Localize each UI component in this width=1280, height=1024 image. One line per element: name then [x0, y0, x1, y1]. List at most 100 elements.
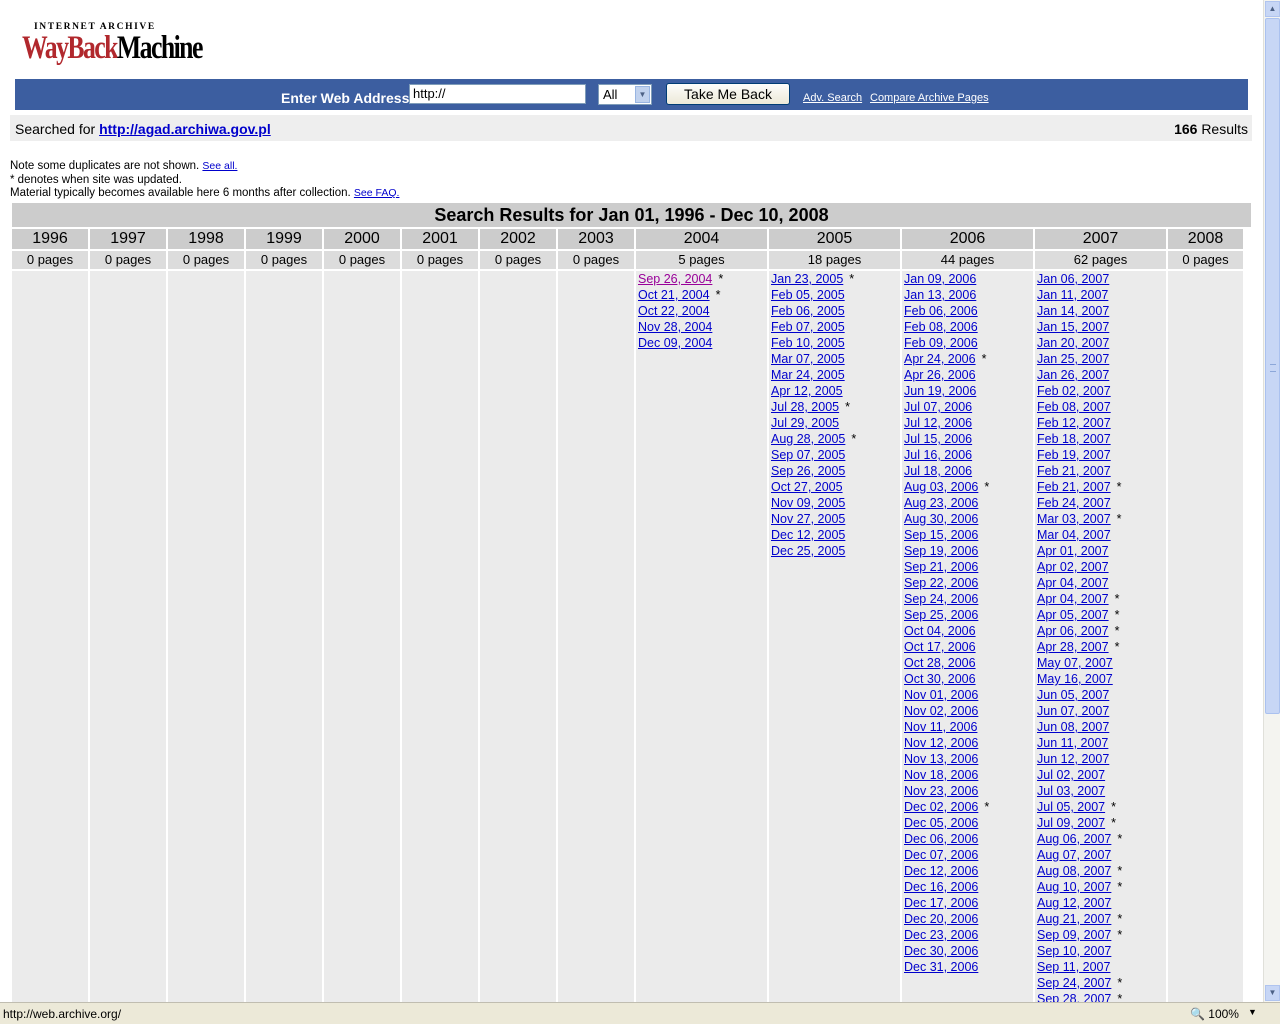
capture-date-link[interactable]: Feb 24, 2007: [1037, 496, 1111, 510]
capture-date-link[interactable]: Nov 09, 2005: [771, 496, 845, 510]
chevron-down-icon[interactable]: ▼: [635, 86, 650, 103]
capture-date-link[interactable]: Apr 05, 2007: [1037, 608, 1109, 622]
capture-date-link[interactable]: Sep 21, 2006: [904, 560, 978, 574]
capture-date-link[interactable]: Oct 27, 2005: [771, 480, 843, 494]
capture-date-link[interactable]: Jun 07, 2007: [1037, 704, 1109, 718]
zoom-chevron-icon[interactable]: ▼: [1248, 1007, 1257, 1017]
capture-date-link[interactable]: Apr 01, 2007: [1037, 544, 1109, 558]
capture-date-link[interactable]: Apr 02, 2007: [1037, 560, 1109, 574]
type-select[interactable]: All ▼: [598, 84, 652, 105]
capture-date-link[interactable]: Sep 22, 2006: [904, 576, 978, 590]
capture-date-link[interactable]: Dec 30, 2006: [904, 944, 978, 958]
capture-date-link[interactable]: Oct 30, 2006: [904, 672, 976, 686]
capture-date-link[interactable]: Dec 31, 2006: [904, 960, 978, 974]
capture-date-link[interactable]: Dec 12, 2006: [904, 864, 978, 878]
capture-date-link[interactable]: Aug 03, 2006: [904, 480, 978, 494]
capture-date-link[interactable]: Apr 04, 2007: [1037, 576, 1109, 590]
capture-date-link[interactable]: Feb 05, 2005: [771, 288, 845, 302]
capture-date-link[interactable]: Feb 08, 2007: [1037, 400, 1111, 414]
capture-date-link[interactable]: Aug 10, 2007: [1037, 880, 1111, 894]
capture-date-link[interactable]: Jul 12, 2006: [904, 416, 972, 430]
capture-date-link[interactable]: Jun 19, 2006: [904, 384, 976, 398]
see-faq-link[interactable]: See FAQ.: [354, 187, 400, 199]
capture-date-link[interactable]: Sep 11, 2007: [1037, 960, 1110, 974]
capture-date-link[interactable]: Jul 15, 2006: [904, 432, 972, 446]
capture-date-link[interactable]: Feb 19, 2007: [1037, 448, 1111, 462]
capture-date-link[interactable]: Mar 03, 2007: [1037, 512, 1111, 526]
capture-date-link[interactable]: Aug 06, 2007: [1037, 832, 1111, 846]
capture-date-link[interactable]: Nov 01, 2006: [904, 688, 978, 702]
capture-date-link[interactable]: Aug 08, 2007: [1037, 864, 1111, 878]
scroll-thumb[interactable]: [1265, 18, 1280, 714]
capture-date-link[interactable]: Apr 28, 2007: [1037, 640, 1109, 654]
capture-date-link[interactable]: Jun 05, 2007: [1037, 688, 1109, 702]
capture-date-link[interactable]: Apr 04, 2007: [1037, 592, 1109, 606]
capture-date-link[interactable]: Jan 25, 2007: [1037, 352, 1109, 366]
zoom-level[interactable]: 🔍 100%: [1190, 1007, 1239, 1021]
capture-date-link[interactable]: Aug 23, 2006: [904, 496, 978, 510]
see-all-link[interactable]: See all.: [202, 160, 237, 172]
capture-date-link[interactable]: Sep 24, 2006: [904, 592, 978, 606]
capture-date-link[interactable]: Jul 16, 2006: [904, 448, 972, 462]
take-me-back-button[interactable]: Take Me Back: [666, 83, 790, 105]
capture-date-link[interactable]: Jan 20, 2007: [1037, 336, 1109, 350]
capture-date-link[interactable]: Dec 20, 2006: [904, 912, 978, 926]
capture-date-link[interactable]: Sep 28, 2007: [1037, 992, 1111, 1002]
capture-date-link[interactable]: Sep 15, 2006: [904, 528, 978, 542]
capture-date-link[interactable]: Nov 02, 2006: [904, 704, 978, 718]
capture-date-link[interactable]: Aug 28, 2005: [771, 432, 845, 446]
compare-archive-link[interactable]: Compare Archive Pages: [870, 92, 989, 104]
capture-date-link[interactable]: Feb 07, 2005: [771, 320, 845, 334]
adv-search-link[interactable]: Adv. Search: [803, 92, 862, 104]
capture-date-link[interactable]: Sep 09, 2007: [1037, 928, 1111, 942]
capture-date-link[interactable]: May 07, 2007: [1037, 656, 1113, 670]
capture-date-link[interactable]: Aug 12, 2007: [1037, 896, 1111, 910]
capture-date-link[interactable]: Dec 05, 2006: [904, 816, 978, 830]
capture-date-link[interactable]: Jun 11, 2007: [1037, 736, 1108, 750]
capture-date-link[interactable]: Dec 06, 2006: [904, 832, 978, 846]
capture-date-link[interactable]: Nov 23, 2006: [904, 784, 978, 798]
capture-date-link[interactable]: Mar 04, 2007: [1037, 528, 1111, 542]
capture-date-link[interactable]: Nov 28, 2004: [638, 320, 712, 334]
capture-date-link[interactable]: Oct 22, 2004: [638, 304, 710, 318]
capture-date-link[interactable]: Apr 26, 2006: [904, 368, 976, 382]
capture-date-link[interactable]: Dec 17, 2006: [904, 896, 978, 910]
capture-date-link[interactable]: Oct 28, 2006: [904, 656, 976, 670]
capture-date-link[interactable]: Feb 10, 2005: [771, 336, 845, 350]
capture-date-link[interactable]: Jan 26, 2007: [1037, 368, 1109, 382]
capture-date-link[interactable]: Aug 30, 2006: [904, 512, 978, 526]
capture-date-link[interactable]: Dec 09, 2004: [638, 336, 712, 350]
capture-date-link[interactable]: Jul 09, 2007: [1037, 816, 1105, 830]
capture-date-link[interactable]: Feb 08, 2006: [904, 320, 978, 334]
capture-date-link[interactable]: Nov 13, 2006: [904, 752, 978, 766]
searched-url-link[interactable]: http://agad.archiwa.gov.pl: [99, 121, 271, 137]
capture-date-link[interactable]: Jun 12, 2007: [1037, 752, 1109, 766]
capture-date-link[interactable]: Feb 02, 2007: [1037, 384, 1111, 398]
capture-date-link[interactable]: Nov 18, 2006: [904, 768, 978, 782]
capture-date-link[interactable]: Nov 12, 2006: [904, 736, 978, 750]
capture-date-link[interactable]: Mar 24, 2005: [771, 368, 845, 382]
capture-date-link[interactable]: Sep 26, 2005: [771, 464, 845, 478]
capture-date-link[interactable]: Sep 10, 2007: [1037, 944, 1111, 958]
capture-date-link[interactable]: Sep 07, 2005: [771, 448, 845, 462]
capture-date-link[interactable]: Jan 15, 2007: [1037, 320, 1109, 334]
capture-date-link[interactable]: Dec 02, 2006: [904, 800, 978, 814]
capture-date-link[interactable]: Feb 12, 2007: [1037, 416, 1111, 430]
capture-date-link[interactable]: Oct 17, 2006: [904, 640, 976, 654]
capture-date-link[interactable]: Jan 09, 2006: [904, 272, 976, 286]
url-input[interactable]: http://: [409, 84, 586, 104]
capture-date-link[interactable]: Apr 12, 2005: [771, 384, 843, 398]
capture-date-link[interactable]: Jan 11, 2007: [1037, 288, 1108, 302]
capture-date-link[interactable]: Jul 28, 2005: [771, 400, 839, 414]
scroll-up-icon[interactable]: ▲: [1265, 1, 1280, 17]
capture-date-link[interactable]: Jan 23, 2005: [771, 272, 843, 286]
capture-date-link[interactable]: Jul 07, 2006: [904, 400, 972, 414]
capture-date-link[interactable]: Feb 06, 2006: [904, 304, 978, 318]
capture-date-link[interactable]: Dec 16, 2006: [904, 880, 978, 894]
capture-date-link[interactable]: Aug 07, 2007: [1037, 848, 1111, 862]
wayback-logo[interactable]: INTERNET ARCHIVE WayBackMachine: [22, 22, 203, 74]
capture-date-link[interactable]: Feb 21, 2007: [1037, 464, 1111, 478]
scroll-down-icon[interactable]: ▼: [1265, 985, 1280, 1001]
capture-date-link[interactable]: Apr 24, 2006: [904, 352, 976, 366]
capture-date-link[interactable]: Oct 21, 2004: [638, 288, 710, 302]
